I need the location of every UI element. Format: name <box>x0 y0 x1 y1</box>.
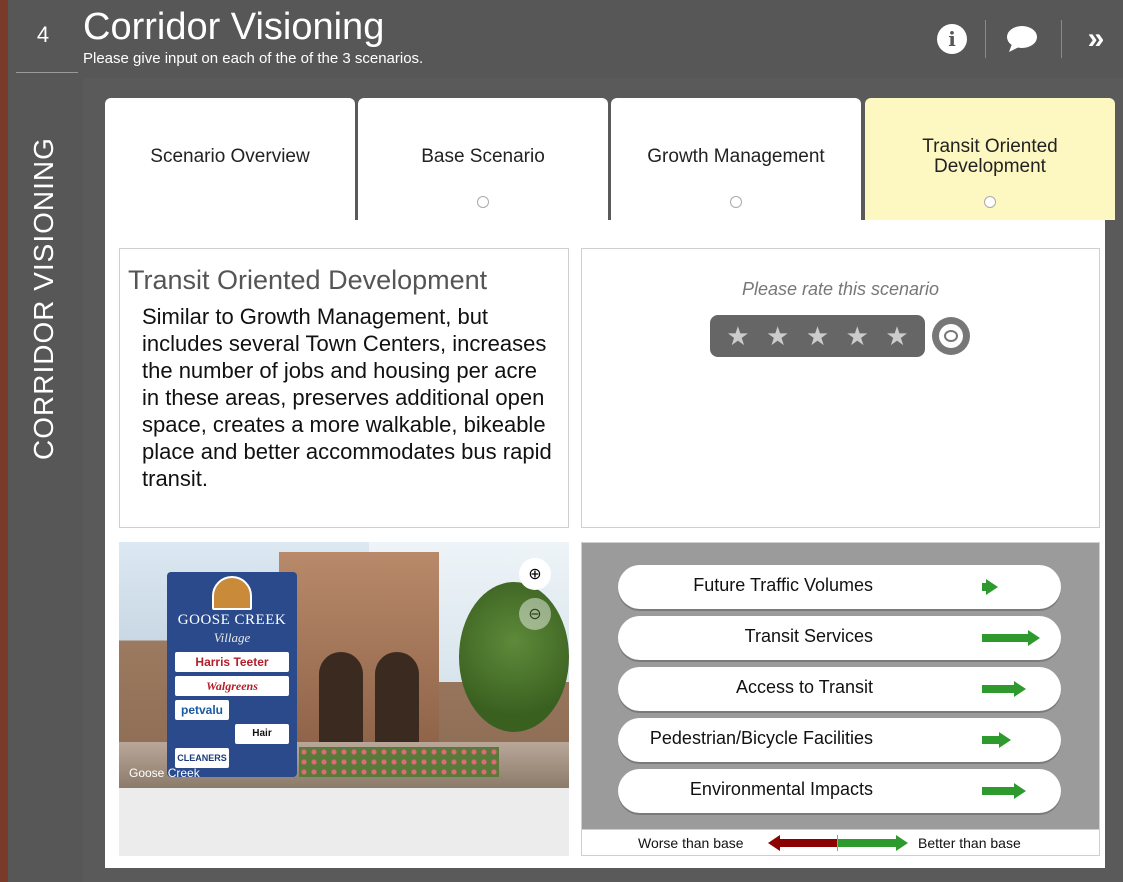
zoom-in-icon: ⊕ <box>528 566 542 583</box>
scenario-photo-panel: GOOSE CREEK Village Harris Teeter Walgre… <box>119 542 569 856</box>
impact-legend: Worse than base Better than base <box>582 829 1099 855</box>
sign-tenant: Walgreens <box>175 676 289 696</box>
sign-name: GOOSE CREEK <box>177 612 287 628</box>
left-rail: 4 CORRIDOR VISIONING <box>8 0 83 882</box>
impact-row[interactable]: Future Traffic Volumes <box>618 565 1061 609</box>
star-icon[interactable]: ★ <box>766 323 789 349</box>
impact-row[interactable]: Pedestrian/Bicycle Facilities <box>618 718 1061 762</box>
star-rating[interactable]: ★ ★ ★ ★ ★ <box>710 315 925 357</box>
scenario-tabs: Scenario Overview Base Scenario Growth M… <box>105 98 1117 220</box>
tab-status-dot <box>984 196 996 208</box>
comment-button[interactable] <box>932 317 970 355</box>
legend-arrow <box>768 835 908 851</box>
chat-icon <box>1007 26 1037 52</box>
legend-better-label: Better than base <box>918 835 1021 851</box>
star-icon[interactable]: ★ <box>806 323 829 349</box>
scenario-title: Transit Oriented Development <box>128 265 488 295</box>
tab-scenario-overview[interactable]: Scenario Overview <box>105 98 355 220</box>
double-chevron-right-icon: » <box>1087 22 1105 55</box>
tab-status-dot <box>730 196 742 208</box>
star-icon[interactable]: ★ <box>726 323 749 349</box>
goose-creek-sign: GOOSE CREEK Village Harris Teeter Walgre… <box>167 572 297 777</box>
scenario-photo: GOOSE CREEK Village Harris Teeter Walgre… <box>119 542 569 788</box>
rating-prompt: Please rate this scenario <box>741 279 940 299</box>
header-separator <box>1061 20 1062 58</box>
chat-button[interactable] <box>1005 22 1039 56</box>
zoom-out-icon: ⊖ <box>528 606 542 623</box>
rail-title: CORRIDOR VISIONING <box>28 137 59 460</box>
impact-row[interactable]: Access to Transit <box>618 667 1061 711</box>
tab-label: Transit Oriented Development <box>922 136 1058 177</box>
impact-label: Transit Services <box>744 626 873 646</box>
sign-tenant: petvalu <box>175 700 229 720</box>
header-separator <box>985 20 986 58</box>
impact-label: Environmental Impacts <box>689 779 873 799</box>
impact-label: Pedestrian/Bicycle Facilities <box>649 728 873 748</box>
rating-panel: Please rate this scenario ★ ★ ★ ★ ★ <box>581 248 1100 528</box>
tab-label: Scenario Overview <box>150 146 310 168</box>
impacts-panel: Future Traffic Volumes Transit Services Ac… <box>581 542 1100 856</box>
tab-status-dot <box>477 196 489 208</box>
tab-label: Growth Management <box>647 146 825 168</box>
star-icon[interactable]: ★ <box>885 323 908 349</box>
rail-divider <box>16 72 78 73</box>
sign-tenant: Hair Cuttery <box>235 724 289 744</box>
sign-sub: Village <box>213 630 251 645</box>
scenario-text: Similar to Growth Management, but includ… <box>142 304 552 491</box>
expand-button[interactable]: » <box>1079 22 1113 56</box>
legend-worse-label: Worse than base <box>638 835 744 851</box>
sign-tenant: CLEANERS <box>175 748 229 768</box>
impact-label: Future Traffic Volumes <box>693 575 873 595</box>
impact-row[interactable]: Transit Services <box>618 616 1061 660</box>
tab-label: Base Scenario <box>421 146 545 168</box>
page-subtitle: Please give input on each of the of the … <box>83 50 424 67</box>
tab-base-scenario[interactable]: Base Scenario <box>358 98 608 220</box>
info-icon-glyph: i <box>948 27 956 51</box>
comment-icon <box>939 324 963 348</box>
tab-transit-oriented-development[interactable]: Transit Oriented Development <box>865 98 1115 220</box>
scenario-description: Transit Oriented Development Similar to … <box>119 248 569 528</box>
step-number: 4 <box>36 22 50 47</box>
star-icon[interactable]: ★ <box>846 323 869 349</box>
sign-tenant: Harris Teeter <box>175 652 289 672</box>
info-button[interactable]: i <box>935 22 969 56</box>
zoom-out-button[interactable]: ⊖ <box>519 598 551 630</box>
header: Corridor Visioning Please give input on … <box>83 0 1123 78</box>
main-panel: Scenario Overview Base Scenario Growth M… <box>83 78 1123 882</box>
tab-growth-management[interactable]: Growth Management <box>611 98 861 220</box>
impact-row[interactable]: Environmental Impacts <box>618 769 1061 813</box>
info-icon: i <box>937 24 967 54</box>
zoom-in-button[interactable]: ⊕ <box>519 558 551 590</box>
impact-label: Access to Transit <box>735 677 873 697</box>
photo-caption: Goose Creek <box>129 766 200 780</box>
page-title: Corridor Visioning <box>83 6 385 48</box>
